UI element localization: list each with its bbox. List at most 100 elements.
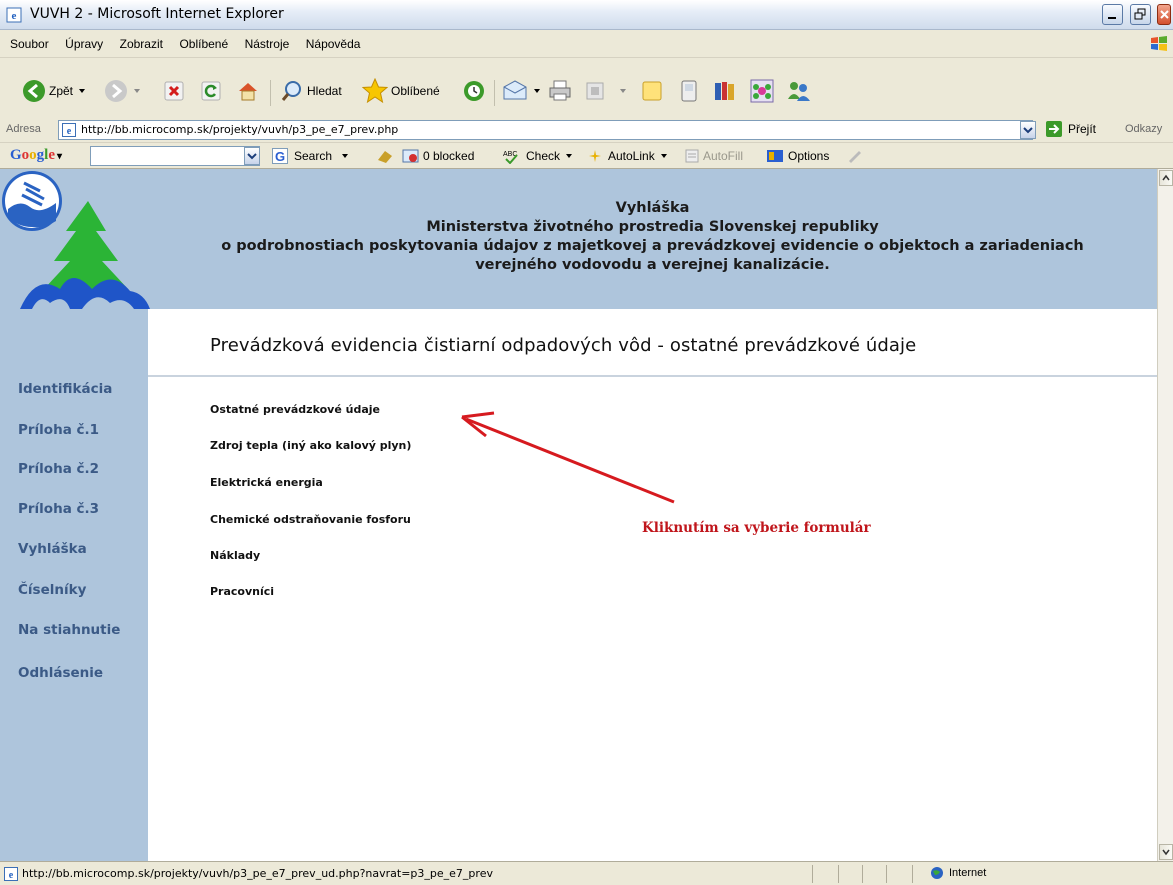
menu-tools[interactable]: Nástroje [239, 30, 296, 58]
status-divider [886, 865, 887, 883]
news-icon [378, 151, 392, 163]
refresh-button[interactable] [200, 76, 222, 106]
people-icon [788, 82, 810, 101]
messenger-button[interactable] [678, 76, 700, 106]
zone-label: Internet [949, 867, 987, 879]
link-employees[interactable]: Pracovníci [210, 585, 274, 598]
autofill-icon [685, 149, 699, 163]
chevron-up-icon [1162, 174, 1170, 181]
minimize-button[interactable] [1102, 4, 1124, 25]
decree-heading-line4: verejného vodovodu a verejnej kanalizáci… [475, 257, 830, 273]
notes-button[interactable] [640, 76, 664, 106]
chevron-down-icon [1023, 127, 1033, 134]
standard-toolbar: Zpět Hledat Oblíbené [0, 58, 1173, 122]
sidebar-item-identification[interactable]: Identifikácia [18, 381, 112, 397]
autolink-label: AutoLink [608, 149, 655, 163]
research-button[interactable] [712, 76, 738, 106]
sidebar-item-decree[interactable]: Vyhláška [18, 541, 87, 557]
sidebar-item-annex-3[interactable]: Príloha č.3 [18, 501, 99, 517]
go-button[interactable]: Přejít [1045, 120, 1096, 138]
close-icon [1160, 10, 1169, 19]
security-zone: Internet [930, 866, 986, 880]
sidebar-item-codelists[interactable]: Číselníky [18, 582, 86, 598]
sidebar-item-logout[interactable]: Odhlásenie [18, 665, 103, 681]
address-dropdown-button[interactable] [1020, 121, 1036, 139]
link-other-operational-data[interactable]: Ostatné prevádzkové údaje [210, 403, 380, 416]
link-heat-source[interactable]: Zdroj tepla (iný ako kalový plyn) [210, 439, 411, 452]
check-label: Check [526, 149, 561, 163]
spellcheck-button[interactable]: ABC Check [502, 148, 573, 164]
menu-edit[interactable]: Úpravy [59, 30, 109, 58]
autofill-label: AutoFill [703, 149, 744, 163]
go-arrow-icon [1046, 121, 1062, 137]
page-rank-button[interactable] [376, 148, 394, 164]
autolink-button[interactable]: AutoLink [586, 148, 667, 164]
menu-view[interactable]: Zobrazit [114, 30, 169, 58]
status-divider [912, 865, 913, 883]
google-logo[interactable]: Google ▾ [10, 147, 62, 164]
forward-button[interactable] [104, 76, 140, 106]
google-toolbar: Google ▾ G Search 0 blocked ABC Check Aut… [0, 143, 1173, 169]
address-url: http://bb.microcomp.sk/projekty/vuvh/p3_… [81, 123, 399, 136]
page-title: Prevádzková evidencia čistiarní odpadový… [210, 335, 917, 356]
links-button[interactable]: Odkazy [1125, 123, 1162, 135]
plugin-button[interactable] [750, 76, 774, 106]
print-button[interactable] [548, 76, 572, 106]
maximize-button[interactable] [1129, 4, 1151, 25]
highlight-button[interactable] [846, 148, 864, 164]
svg-text:e: e [12, 10, 17, 22]
link-electric-energy[interactable]: Elektrická energia [210, 476, 323, 489]
sidebar-item-annex-2[interactable]: Príloha č.2 [18, 461, 99, 477]
close-button[interactable] [1157, 4, 1171, 25]
google-search-input[interactable] [90, 146, 260, 166]
favorites-button[interactable]: Oblíbené [362, 76, 440, 106]
minimize-icon [1108, 17, 1117, 19]
address-input[interactable]: e http://bb.microcomp.sk/projekty/vuvh/p… [58, 120, 1033, 140]
scroll-down-button[interactable] [1159, 844, 1173, 860]
home-button[interactable] [236, 76, 260, 106]
autofill-button[interactable]: AutoFill [684, 148, 743, 164]
link-chemical-phosphorus-removal[interactable]: Chemické odstraňovanie fosforu [210, 513, 411, 526]
history-button[interactable] [462, 76, 486, 106]
title-bar: e VUVH 2 - Microsoft Internet Explorer [0, 0, 1173, 30]
blocked-popup-icon [402, 149, 419, 163]
back-dropdown-icon [79, 89, 86, 93]
toolbar-separator [494, 80, 495, 106]
status-bar: e http://bb.microcomp.sk/projekty/vuvh/p… [0, 861, 1173, 885]
ie-page-icon: e [6, 7, 22, 23]
edit-button[interactable] [584, 76, 626, 106]
search-button[interactable]: Hledat [280, 76, 342, 106]
ie-page-icon: e [62, 123, 76, 137]
mail-button[interactable] [502, 76, 540, 106]
vertical-scrollbar[interactable] [1157, 169, 1173, 861]
menu-favorites[interactable]: Oblíbené [173, 30, 234, 58]
options-button[interactable]: Options [766, 148, 829, 164]
toolbar-separator [270, 80, 271, 106]
google-search-label: Search [294, 149, 333, 163]
status-divider [812, 865, 813, 883]
stop-button[interactable] [163, 76, 185, 106]
google-history-dropdown[interactable] [244, 147, 260, 165]
decree-heading-line1: Vyhláška [615, 200, 690, 216]
status-divider [838, 865, 839, 883]
google-search-button[interactable]: G Search [272, 148, 349, 164]
scroll-up-button[interactable] [1159, 170, 1173, 186]
pencil-icon [849, 151, 861, 163]
popup-blocker-button[interactable]: 0 blocked [402, 148, 474, 164]
status-divider [862, 865, 863, 883]
site-header: Vyhláška Ministerstva životného prostred… [0, 169, 1157, 309]
menu-bar: Soubor Úpravy Zobrazit Oblíbené Nástroje… [0, 30, 1173, 58]
title-divider [148, 375, 1157, 377]
menu-help[interactable]: Nápověda [300, 30, 367, 58]
windows-logo-icon [1151, 36, 1167, 51]
sidebar-item-annex-1[interactable]: Príloha č.1 [18, 422, 99, 438]
sidebar-item-downloads[interactable]: Na stiahnutie [18, 622, 120, 638]
decree-heading: Vyhláška Ministerstva životného prostred… [150, 199, 1155, 275]
go-label: Přejít [1068, 122, 1097, 136]
link-costs[interactable]: Náklady [210, 549, 260, 562]
back-button[interactable]: Zpět [22, 76, 86, 106]
menu-file[interactable]: Soubor [4, 30, 55, 58]
favorites-label: Oblíbené [391, 84, 440, 98]
people-button[interactable] [786, 76, 812, 106]
mail-dropdown-icon [534, 89, 540, 93]
